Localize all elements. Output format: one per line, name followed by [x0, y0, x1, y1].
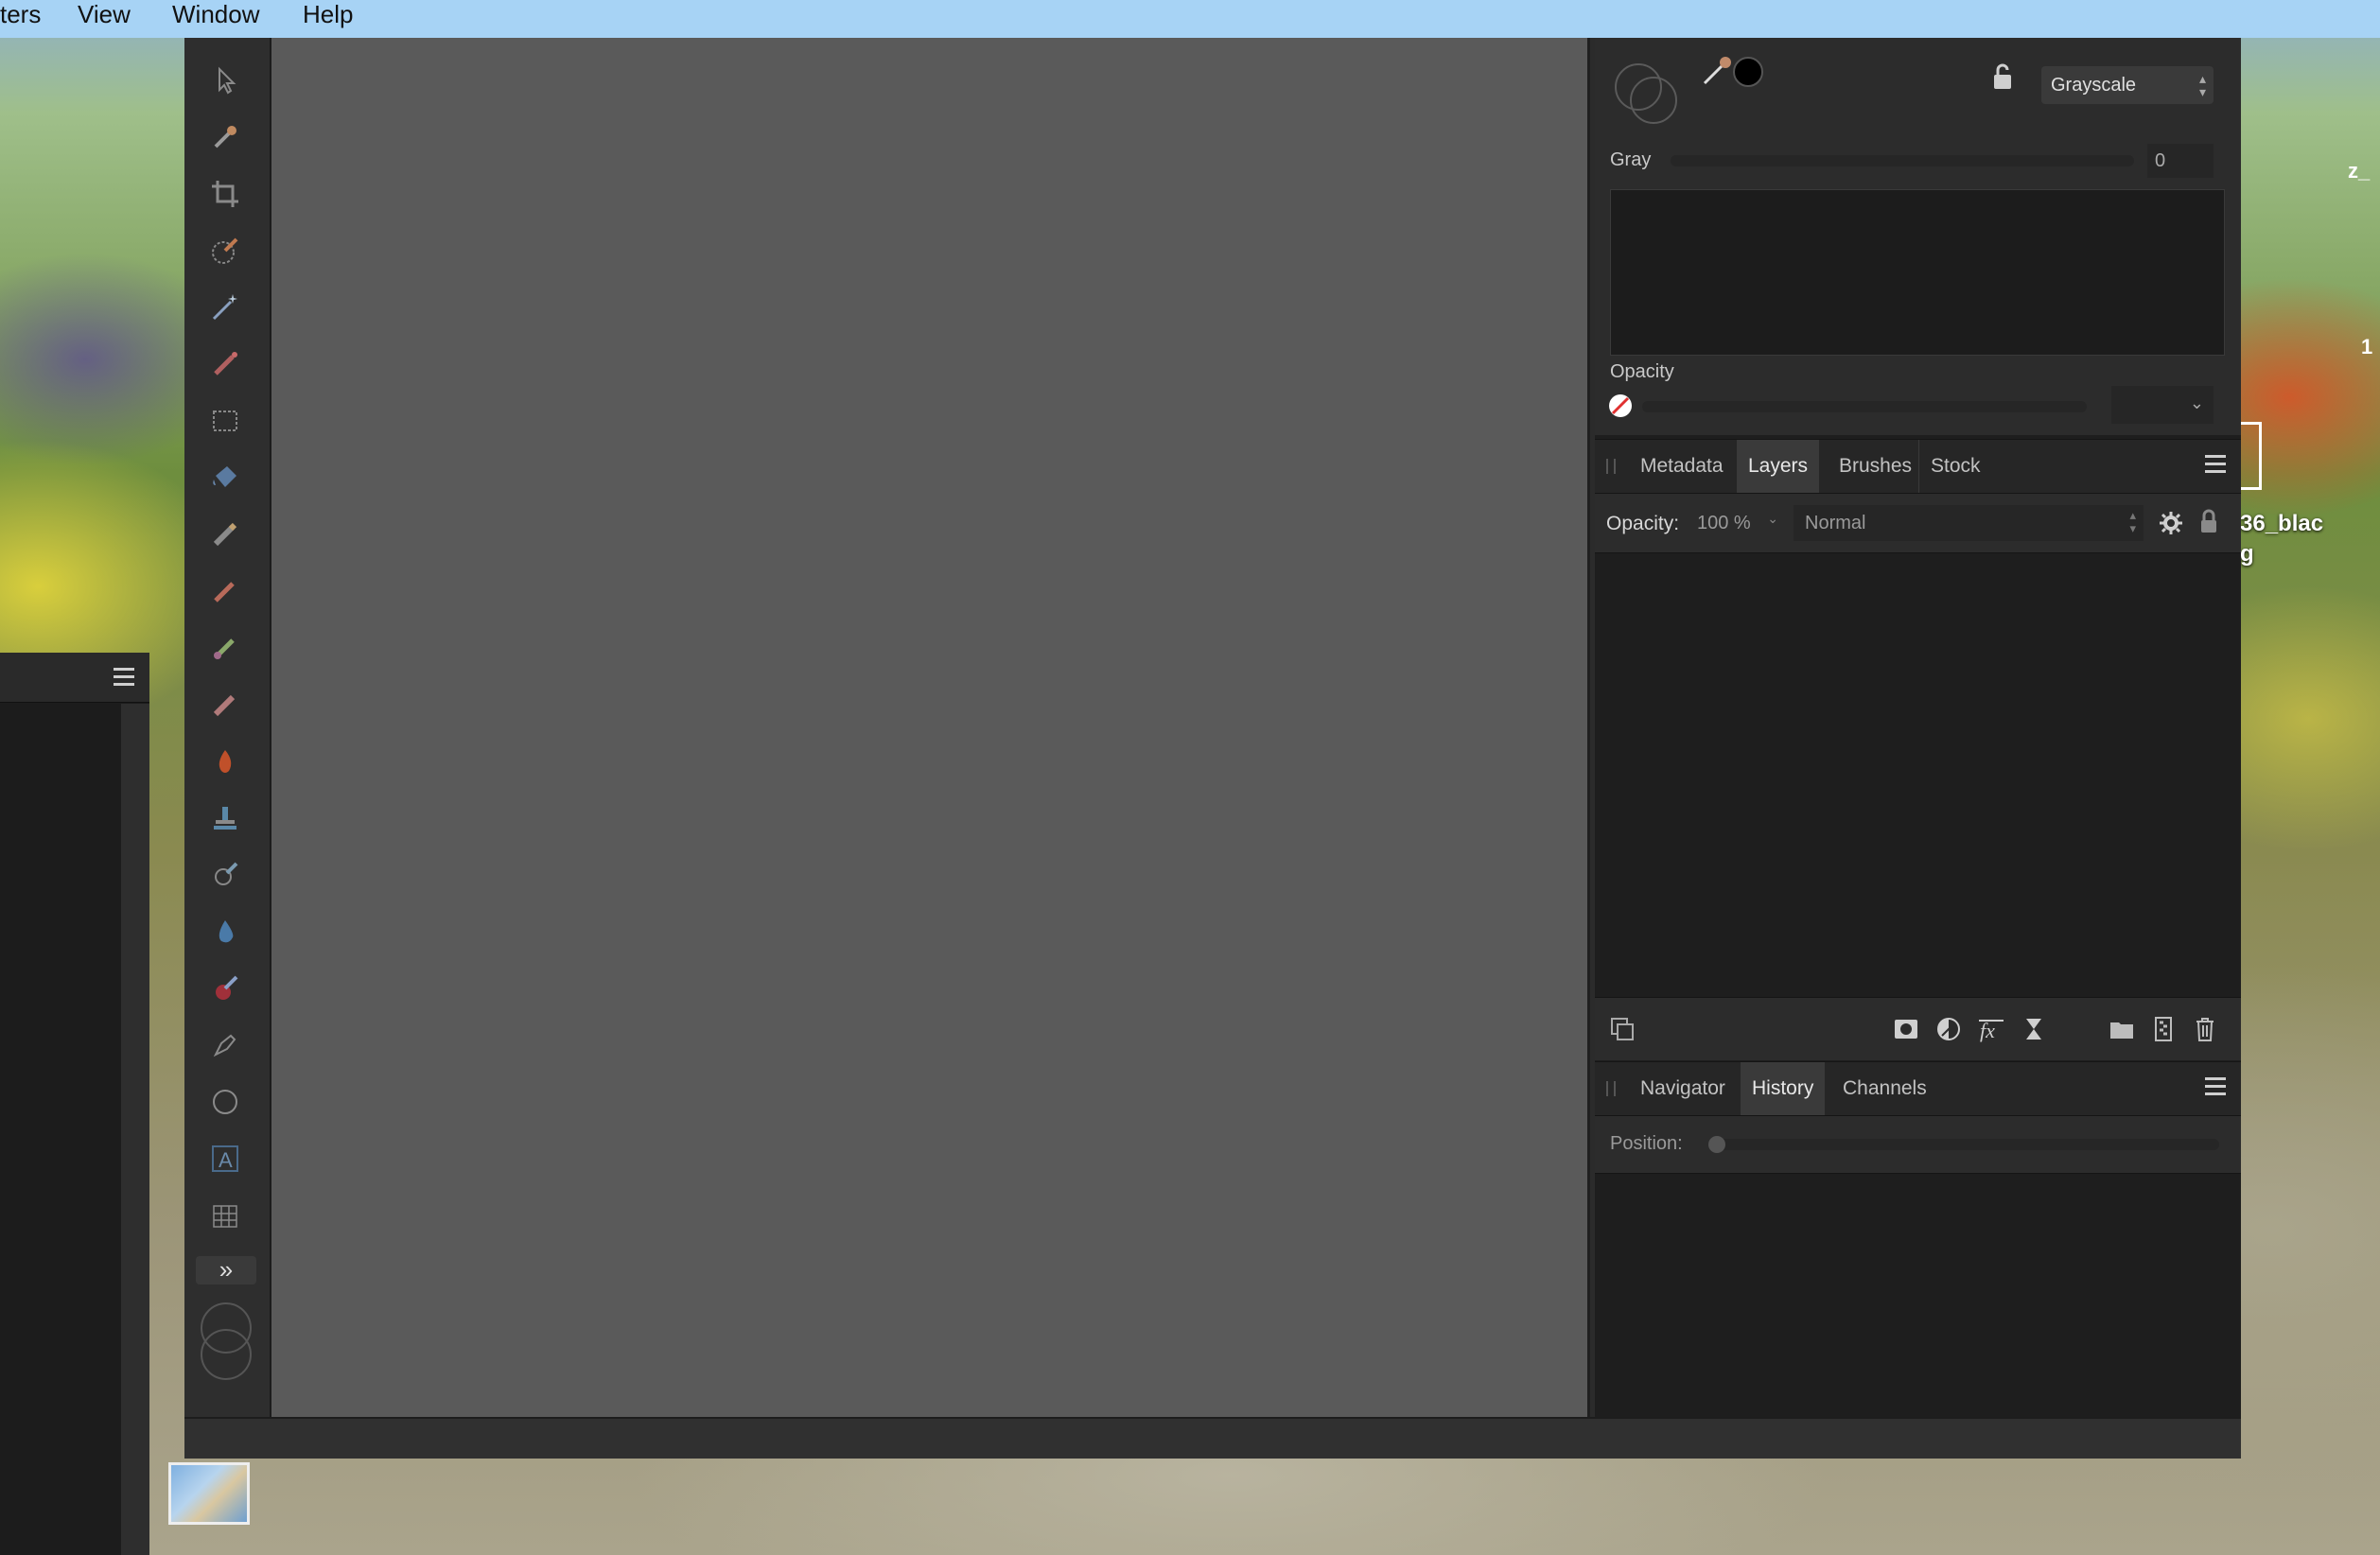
tab-metadata[interactable]: Metadata: [1629, 440, 1735, 493]
history-list[interactable]: [1595, 1174, 2241, 1417]
tab-brushes[interactable]: Brushes: [1828, 440, 1923, 493]
ellipse-tool-icon[interactable]: [203, 1080, 247, 1124]
crop-tool-icon[interactable]: [203, 172, 247, 216]
layer-lock-icon[interactable]: [2193, 505, 2225, 537]
live-filter-fx-icon[interactable]: fx: [1975, 1013, 2007, 1045]
gray-label: Gray: [1610, 149, 1652, 170]
pen-tool-icon[interactable]: [203, 1023, 247, 1067]
chevron-down-icon: ⌄: [1767, 511, 1778, 526]
svg-text:fx: fx: [1980, 1019, 1995, 1042]
blend-mode-value: Normal: [1805, 513, 1866, 533]
eyedropper-icon[interactable]: [1699, 51, 1737, 89]
move-tool-icon[interactable]: [203, 59, 247, 102]
document-canvas[interactable]: [271, 38, 1590, 1417]
layers-opacity-field[interactable]: 100 % ⌄: [1688, 505, 1782, 541]
background-window-panel: [0, 653, 149, 1555]
menu-bar: ters View Window Help: [0, 0, 2380, 38]
gray-slider[interactable]: [1671, 155, 2134, 166]
opacity-dropdown[interactable]: ⌄: [2111, 386, 2214, 424]
color-picker-tool-icon[interactable]: [203, 115, 247, 159]
panel-grip-icon[interactable]: [1606, 1081, 1616, 1096]
studio-panels: Grayscale ▴ ▾ Gray 0 Opacity ⌄ Metadata L…: [1595, 38, 2241, 1417]
lock-icon[interactable]: [1990, 62, 2015, 91]
opacity-label: Opacity: [1610, 361, 1674, 382]
adjustment-layer-icon[interactable]: [1933, 1013, 1965, 1045]
desktop-label-3[interactable]: 36_blac: [2240, 511, 2323, 537]
menu-help[interactable]: Help: [303, 0, 353, 38]
menu-view[interactable]: View: [78, 0, 131, 38]
fill-stroke-swatch-icon[interactable]: [1610, 55, 1686, 131]
erase-brush-tool-icon[interactable]: [203, 513, 247, 556]
history-position-slider[interactable]: [1708, 1136, 2219, 1153]
color-swatches-icon[interactable]: [198, 1300, 254, 1385]
layers-list[interactable]: [1595, 553, 2241, 996]
tools-panel: A »: [184, 38, 271, 1417]
svg-text:A: A: [219, 1148, 233, 1172]
background-panel-scrollbar[interactable]: [121, 704, 149, 1555]
history-slider-thumb[interactable]: [1708, 1136, 1725, 1153]
history-position-label: Position:: [1610, 1133, 1683, 1154]
panel-grip-icon[interactable]: [1606, 459, 1616, 474]
selection-brush-tool-icon[interactable]: [203, 229, 247, 272]
menu-filters[interactable]: ters: [0, 0, 41, 38]
select-arrows-icon: ▴ ▾: [2129, 508, 2136, 535]
fill-tool-icon[interactable]: [203, 456, 247, 499]
color-mode-value: Grayscale: [2051, 75, 2137, 96]
tab-channels[interactable]: Channels: [1831, 1062, 1938, 1115]
red-eye-tool-icon[interactable]: [203, 967, 247, 1010]
desktop-label-2: 1: [2361, 335, 2373, 358]
history-panel-menu-icon[interactable]: [2205, 1077, 2226, 1098]
desktop-label-4: g: [2240, 541, 2254, 567]
gray-value: 0: [2155, 150, 2166, 171]
add-group-folder-icon[interactable]: [2106, 1013, 2138, 1045]
tab-layers[interactable]: Layers: [1737, 440, 1820, 493]
burn-brush-tool-icon[interactable]: [203, 740, 247, 783]
rectangular-marquee-tool-icon[interactable]: [203, 399, 247, 443]
layers-footer-bar: fx: [1595, 997, 2241, 1060]
opacity-slider[interactable]: [1642, 401, 2087, 412]
menu-window[interactable]: Window: [172, 0, 259, 38]
gray-value-field[interactable]: 0: [2147, 144, 2214, 178]
healing-brush-tool-icon[interactable]: [203, 796, 247, 840]
layers-opacity-label: Opacity:: [1606, 513, 1680, 534]
status-bar: [184, 1417, 2241, 1459]
expand-tools-button[interactable]: »: [196, 1256, 256, 1284]
no-color-icon[interactable]: [1608, 393, 1633, 418]
clone-brush-tool-icon[interactable]: [203, 683, 247, 726]
paint-mixer-tool-icon[interactable]: [203, 626, 247, 670]
document-thumbnail[interactable]: [168, 1462, 250, 1525]
layers-panel-menu-icon[interactable]: [2205, 455, 2226, 476]
blend-mode-select[interactable]: Normal ▴ ▾: [1794, 505, 2144, 541]
pixel-tool-icon[interactable]: [203, 569, 247, 613]
chevron-down-icon: ⌄: [2189, 393, 2204, 412]
tab-history[interactable]: History: [1741, 1062, 1826, 1115]
layers-opacity-value: 100 %: [1697, 513, 1751, 533]
paint-brush-tool-icon[interactable]: [203, 342, 247, 386]
app-window: A » Grayscale ▴ ▾ Gray 0 Opacity ⌄ Metad…: [184, 38, 2241, 1459]
history-position-bar: Position:: [1595, 1116, 2241, 1174]
tab-stock[interactable]: Stock: [1918, 440, 1992, 493]
mesh-warp-tool-icon[interactable]: [203, 1194, 247, 1237]
hourglass-icon[interactable]: [2018, 1013, 2050, 1045]
add-pixel-layer-icon[interactable]: [2147, 1013, 2179, 1045]
artistic-text-tool-icon[interactable]: A: [203, 1137, 247, 1180]
tab-navigator[interactable]: Navigator: [1629, 1062, 1737, 1115]
gear-icon[interactable]: [2155, 507, 2187, 539]
blur-brush-tool-icon[interactable]: [203, 910, 247, 953]
current-color-swatch[interactable]: [1733, 57, 1763, 87]
mask-layer-icon[interactable]: [1890, 1013, 1922, 1045]
background-panel-menu-icon[interactable]: [114, 668, 134, 689]
layers-panel-tabs: Metadata Layers Brushes Stock: [1595, 439, 2241, 494]
history-panel-tabs: Navigator History Channels: [1595, 1061, 2241, 1116]
desktop-label-1: z_: [2348, 159, 2371, 183]
flood-select-tool-icon[interactable]: [203, 286, 247, 329]
layer-arrange-icon[interactable]: [1606, 1013, 1638, 1045]
blemish-removal-tool-icon[interactable]: [203, 853, 247, 897]
color-panel: Grayscale ▴ ▾ Gray 0 Opacity ⌄: [1595, 38, 2241, 435]
trash-icon[interactable]: [2189, 1013, 2221, 1045]
color-mode-select[interactable]: Grayscale ▴ ▾: [2041, 66, 2214, 104]
select-arrows-icon: ▴ ▾: [2198, 71, 2206, 99]
layers-options-bar: Opacity: 100 % ⌄ Normal ▴ ▾: [1595, 494, 2241, 553]
color-spectrum-area[interactable]: [1610, 189, 2225, 356]
